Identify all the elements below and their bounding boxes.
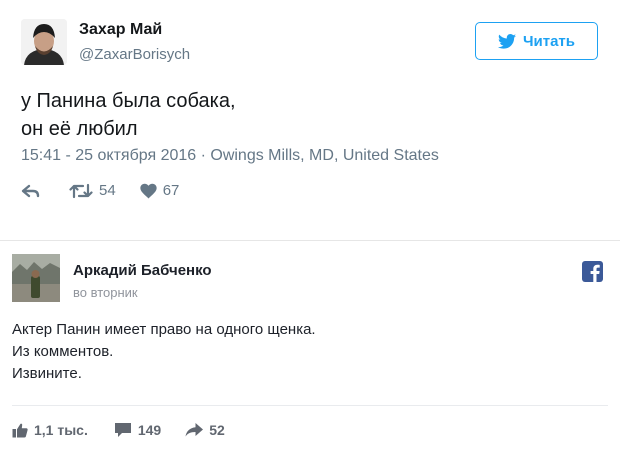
reply-button[interactable] (21, 183, 41, 199)
post-time[interactable]: во вторник (73, 285, 138, 300)
tweet-text-line: у Панина была собака, (21, 90, 236, 112)
comment-count: 149 (137, 422, 162, 438)
share-icon (185, 423, 204, 437)
like-count: 67 (162, 182, 180, 199)
comment-button[interactable]: 149 (114, 422, 161, 438)
share-button[interactable]: 52 (185, 422, 225, 438)
avatar[interactable] (21, 19, 67, 65)
post-text: Актер Панин имеет право на одного щенка.… (12, 319, 316, 385)
author-name[interactable]: Аркадий Бабченко (73, 262, 212, 279)
tweet-meta[interactable]: 15:41 - 25 октября 2016 · Owings Mills, … (21, 147, 439, 165)
facebook-logo-icon[interactable] (582, 261, 603, 282)
reply-icon (21, 183, 41, 199)
follow-button[interactable]: Читать (475, 22, 598, 60)
tweet-card: Захар Май @ZaxarBorisych Читать у Панина… (0, 0, 620, 228)
avatar[interactable] (12, 254, 60, 302)
author-handle[interactable]: @ZaxarBorisych (79, 46, 190, 63)
tweet-text: у Панина была собака, он её любил (21, 87, 236, 143)
retweet-button[interactable]: 54 (69, 182, 116, 199)
post-actions: 1,1 тыс. 149 52 (12, 422, 225, 438)
twitter-bird-icon (497, 33, 516, 49)
author-name[interactable]: Захар Май (79, 21, 162, 39)
tweet-text-line: он её любил (21, 118, 138, 140)
divider (12, 405, 608, 406)
like-button[interactable]: 1,1 тыс. (12, 422, 88, 438)
heart-icon (140, 183, 157, 199)
retweet-icon (69, 183, 93, 199)
post-text-line: Из комментов. (12, 343, 114, 360)
tweet-actions: 54 67 (21, 182, 179, 199)
comment-icon (114, 422, 132, 438)
like-button[interactable]: 67 (140, 182, 180, 199)
follow-label: Читать (522, 32, 576, 50)
post-text-line: Извините. (12, 365, 82, 382)
thumbs-up-icon (12, 423, 28, 438)
retweet-count: 54 (99, 182, 116, 199)
share-count: 52 (209, 422, 225, 438)
facebook-post-card: Аркадий Бабченко во вторник Актер Панин … (0, 240, 620, 456)
post-text-line: Актер Панин имеет право на одного щенка. (12, 321, 316, 338)
like-count: 1,1 тыс. (34, 422, 88, 438)
